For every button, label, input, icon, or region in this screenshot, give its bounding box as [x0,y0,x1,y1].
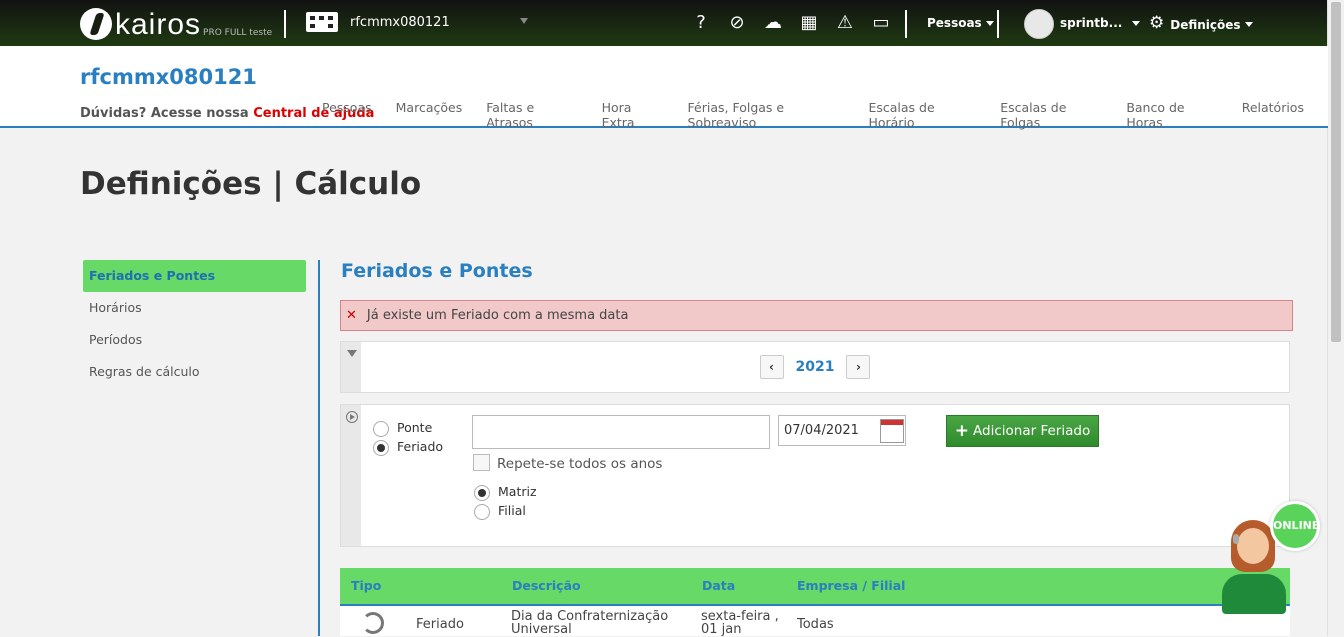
divider [318,260,320,636]
gear-icon: ⚙ [1149,13,1165,33]
user-name: sprintb... [1060,16,1123,30]
alert-message: Já existe um Feriado com a mesma data [366,308,629,323]
cell-data: sexta-feira , 01 jan [701,610,779,636]
hand-coin-icon[interactable]: ⊘ [726,12,748,34]
radio-ponte-label: Ponte [397,420,433,435]
sidebar-item-horarios[interactable]: Horários [83,292,306,324]
error-alert: ✕ Já existe um Feriado com a mesma data [340,300,1293,331]
repeat-label: Repete-se todos os anos [497,456,663,472]
divider [905,10,907,38]
kairos-logo[interactable]: kairos PRO FULL teste [80,4,272,44]
logo-text: kairos [115,8,202,41]
help-prefix: Dúvidas? Acesse nossa [80,106,249,121]
company-name: rfcmmx080121 [350,14,450,30]
pessoas-menu-label: Pessoas [927,16,982,30]
cell-data-line2: 01 jan [701,622,742,637]
radio-matriz-label: Matriz [498,484,537,499]
recurring-icon [362,612,384,634]
company-title: rfcmmx080121 [80,65,257,89]
sidebar-item-feriados[interactable]: Feriados e Pontes [83,260,306,292]
calendar-icon[interactable] [880,419,904,443]
radio-filial[interactable]: Filial [474,503,526,520]
cloud-download-icon[interactable]: ☁ [762,12,784,34]
nav-ferias-folgas[interactable]: Férias, Folgas e Sobreaviso [688,100,845,130]
header-tipo[interactable]: Tipo [351,578,381,593]
radio-ponte[interactable]: Ponte [373,420,432,437]
avatar[interactable] [1024,9,1054,39]
scrollbar-thumb[interactable] [1331,2,1341,342]
nav-escalas-horario[interactable]: Escalas de Horário [868,100,976,130]
radio-feriado-label: Feriado [397,439,444,454]
settings-menu[interactable]: ⚙ Definições [1149,13,1253,33]
chevron-down-icon[interactable] [520,18,528,24]
settings-label: Definições [1170,17,1241,32]
nav-hora-extra[interactable]: Hora Extra [602,100,664,130]
company-selector[interactable]: rfcmmx080121 [306,12,450,32]
play-icon[interactable] [346,411,358,423]
radio-feriado[interactable]: Feriado [373,439,443,456]
year-label: 2021 [795,359,835,375]
user-menu[interactable]: sprintb... [1060,16,1141,30]
chevron-down-icon [985,20,994,26]
header-empresa[interactable]: Empresa / Filial [797,578,905,593]
nav-relatorios[interactable]: Relatórios [1242,100,1304,130]
table-row: Feriado Dia da Confraternização Universa… [340,606,1290,636]
page-title: Definições | Cálculo [80,166,422,202]
close-icon: ✕ [346,308,357,323]
online-badge[interactable]: ONLINE [1270,501,1320,551]
inbox-icon[interactable]: ▭ [870,12,892,34]
question-icon[interactable]: ? [690,12,712,34]
online-chat-widget[interactable]: ONLINE [1221,500,1320,614]
pessoas-menu[interactable]: Pessoas [927,16,994,30]
divider [284,10,286,38]
radio-filial-label: Filial [498,503,526,518]
plus-icon: + [954,421,970,441]
chevron-down-icon [1132,20,1141,26]
cell-tipo: Feriado [416,617,464,632]
divider [997,10,999,38]
add-holiday-button[interactable]: + Adicionar Feriado [946,415,1099,447]
logo-subtitle: PRO FULL teste [203,28,273,38]
repeat-checkbox[interactable] [473,454,490,471]
sidebar-item-periodos[interactable]: Períodos [83,324,306,356]
main-nav: Pessoas Marcações Faltas e Atrasos Hora … [322,100,1328,130]
prev-year-button[interactable]: ‹ [759,355,784,379]
sidebar: Feriados e Pontes Horários Períodos Regr… [83,260,306,388]
next-year-button[interactable]: › [846,355,871,379]
nav-banco-horas[interactable]: Banco de Horas [1126,100,1217,130]
add-holiday-label: Adicionar Feriado [973,423,1091,439]
logo-mark-icon [80,8,112,40]
table-header: Tipo Descrição Data Empresa / Filial [340,568,1290,606]
cell-descricao-line2: Universal [511,622,572,637]
radio-matriz[interactable]: Matriz [474,484,537,501]
radio-circle[interactable] [373,439,389,456]
header-descricao[interactable]: Descrição [512,578,581,593]
calculator-icon[interactable]: ▦ [798,12,820,34]
section-title: Feriados e Pontes [341,260,533,282]
date-value: 07/04/2021 [784,423,859,438]
radio-circle[interactable] [474,503,490,520]
date-input[interactable]: 07/04/2021 [778,415,906,446]
chevron-down-icon [1244,22,1253,27]
radio-circle[interactable] [373,420,389,437]
page-header: rfcmmx080121 Dúvidas? Acesse nossa Centr… [0,46,1328,130]
nav-escalas-folgas[interactable]: Escalas de Folgas [1000,100,1102,130]
building-icon [306,12,338,32]
radio-circle[interactable] [474,484,490,501]
nav-pessoas[interactable]: Pessoas [322,100,372,130]
sidebar-item-regras[interactable]: Regras de cálculo [83,356,306,388]
nav-marcacoes[interactable]: Marcações [396,100,463,130]
nav-faltas-atrasos[interactable]: Faltas e Atrasos [486,100,577,130]
description-input[interactable] [472,415,770,449]
scrollbar[interactable] [1327,0,1344,636]
cell-empresa: Todas [797,617,834,632]
header-data[interactable]: Data [702,578,735,593]
cell-descricao: Dia da Confraternização Universal [511,610,668,636]
top-bar: kairos PRO FULL teste rfcmmx080121 ? ⊘ ☁… [0,0,1328,46]
headset-icon [1233,534,1239,544]
warning-icon[interactable]: ⚠ [834,12,856,34]
year-filter-panel: ‹ 2021 › [340,341,1290,393]
